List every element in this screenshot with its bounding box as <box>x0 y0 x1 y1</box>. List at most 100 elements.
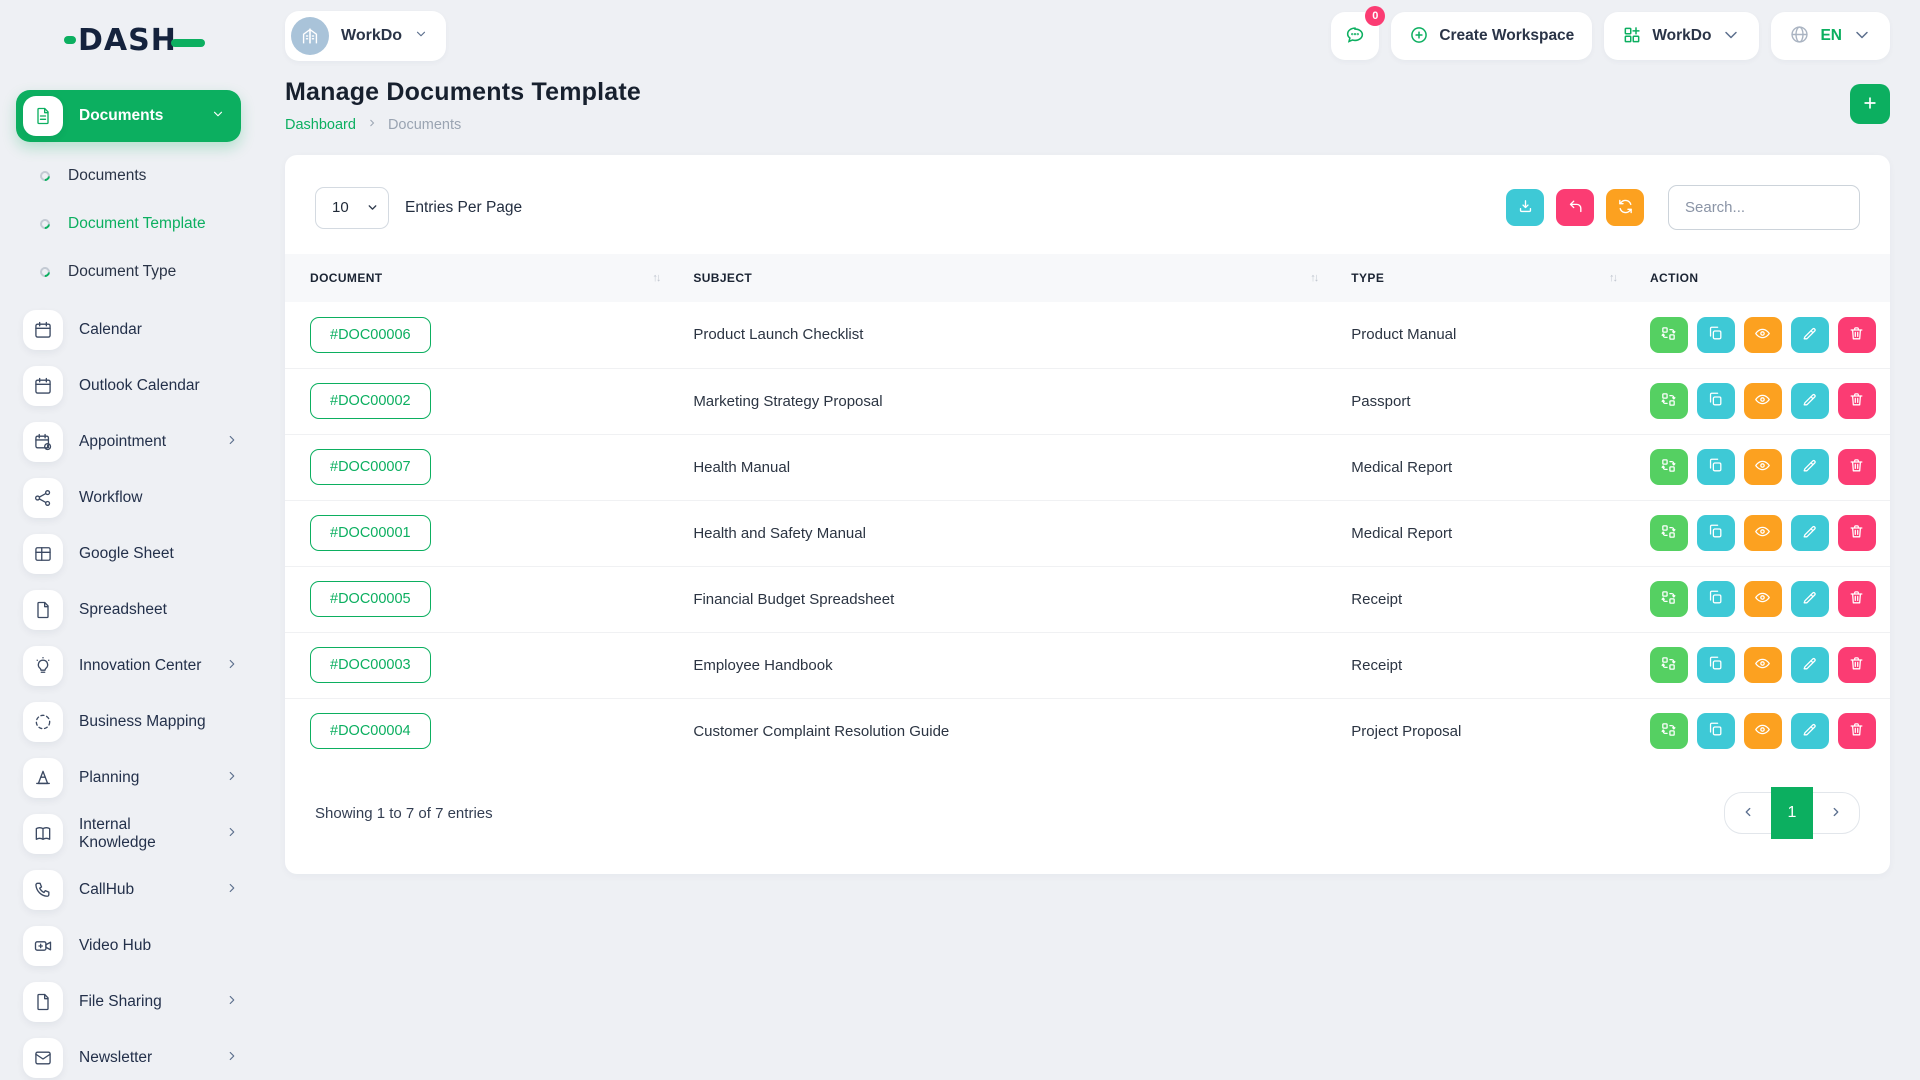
search-input[interactable] <box>1668 185 1860 230</box>
duplicate-button[interactable] <box>1697 515 1735 551</box>
globe-icon <box>1789 24 1810 48</box>
view-button[interactable] <box>1744 713 1782 749</box>
sidebar-subitem-document-type[interactable]: Document Type <box>0 248 265 296</box>
workspace-avatar <box>291 17 329 55</box>
delete-button[interactable] <box>1838 449 1876 485</box>
sidebar-item-newsletter[interactable]: Newsletter <box>0 1030 265 1080</box>
duplicate-button[interactable] <box>1697 383 1735 419</box>
delete-button[interactable] <box>1838 647 1876 683</box>
sidebar-item-innovation-center[interactable]: Innovation Center <box>0 638 265 694</box>
view-button[interactable] <box>1744 515 1782 551</box>
plus-circle-icon <box>1409 25 1429 48</box>
workdo-menu-button[interactable]: WorkDo <box>1604 12 1759 60</box>
previous-page-button[interactable] <box>1725 793 1771 833</box>
page-number-button[interactable]: 1 <box>1771 787 1813 839</box>
convert-button[interactable] <box>1650 647 1688 683</box>
copy-icon <box>1707 391 1724 411</box>
sidebar-subitem-document-template[interactable]: Document Template <box>0 200 265 248</box>
edit-button[interactable] <box>1791 713 1829 749</box>
entries-per-page-label: Entries Per Page <box>405 199 522 217</box>
action-cell <box>1636 632 1890 698</box>
create-template-button[interactable] <box>1850 84 1890 124</box>
duplicate-button[interactable] <box>1697 581 1735 617</box>
sidebar-item-video-hub[interactable]: Video Hub <box>0 918 265 974</box>
edit-button[interactable] <box>1791 581 1829 617</box>
sidebar-subitem-documents[interactable]: Documents <box>0 152 265 200</box>
convert-button[interactable] <box>1650 383 1688 419</box>
edit-button[interactable] <box>1791 383 1829 419</box>
view-button[interactable] <box>1744 317 1782 353</box>
column-header-document[interactable]: DOCUMENT↑↓ <box>285 254 679 302</box>
delete-button[interactable] <box>1838 383 1876 419</box>
breadcrumb-dashboard-link[interactable]: Dashboard <box>285 117 356 133</box>
edit-button[interactable] <box>1791 449 1829 485</box>
messages-button[interactable]: 0 <box>1331 12 1379 60</box>
sidebar: DASH Documents DocumentsDocument Templat… <box>0 0 265 1080</box>
view-button[interactable] <box>1744 449 1782 485</box>
delete-button[interactable] <box>1838 515 1876 551</box>
delete-button[interactable] <box>1838 581 1876 617</box>
sidebar-item-google-sheet[interactable]: Google Sheet <box>0 526 265 582</box>
messages-count-badge: 0 <box>1365 6 1385 26</box>
chevron-left-icon <box>1741 805 1755 822</box>
entries-per-page-select[interactable]: 10 <box>315 187 389 229</box>
language-selector[interactable]: EN <box>1771 12 1890 60</box>
sidebar-item-internal-knowledge[interactable]: Internal Knowledge <box>0 806 265 862</box>
convert-button[interactable] <box>1650 581 1688 617</box>
copy-icon <box>1707 589 1724 609</box>
subject-cell: Health and Safety Manual <box>679 500 1337 566</box>
sidebar-group-documents[interactable]: Documents <box>16 90 241 142</box>
duplicate-button[interactable] <box>1697 317 1735 353</box>
next-page-button[interactable] <box>1813 793 1859 833</box>
subject-cell: Marketing Strategy Proposal <box>679 368 1337 434</box>
cone-icon <box>23 758 63 798</box>
dashed-circle-icon <box>23 702 63 742</box>
refresh-button[interactable] <box>1606 189 1644 226</box>
sidebar-item-outlook-calendar[interactable]: Outlook Calendar <box>0 358 265 414</box>
duplicate-button[interactable] <box>1697 647 1735 683</box>
calendar-clock-icon <box>23 422 63 462</box>
table-row: #DOC00003Employee HandbookReceipt <box>285 632 1890 698</box>
brand-logo[interactable]: DASH <box>0 14 265 66</box>
edit-button[interactable] <box>1791 647 1829 683</box>
sidebar-item-planning[interactable]: Planning <box>0 750 265 806</box>
duplicate-button[interactable] <box>1697 713 1735 749</box>
chevron-down-icon <box>414 27 428 46</box>
view-button[interactable] <box>1744 581 1782 617</box>
export-button[interactable] <box>1506 189 1544 226</box>
delete-button[interactable] <box>1838 317 1876 353</box>
create-workspace-button[interactable]: Create Workspace <box>1391 12 1592 60</box>
calendar-icon <box>23 366 63 406</box>
pencil-icon <box>1801 523 1818 543</box>
duplicate-button[interactable] <box>1697 449 1735 485</box>
workspace-name: WorkDo <box>341 27 402 45</box>
undo-arrow-icon <box>1567 198 1584 218</box>
column-header-subject[interactable]: SUBJECT↑↓ <box>679 254 1337 302</box>
edit-button[interactable] <box>1791 317 1829 353</box>
convert-button[interactable] <box>1650 713 1688 749</box>
view-button[interactable] <box>1744 647 1782 683</box>
page-title: Manage Documents Template <box>285 78 641 107</box>
sidebar-item-callhub[interactable]: CallHub <box>0 862 265 918</box>
chevron-right-icon <box>225 433 239 452</box>
convert-button[interactable] <box>1650 317 1688 353</box>
edit-button[interactable] <box>1791 515 1829 551</box>
view-button[interactable] <box>1744 383 1782 419</box>
document-cell: #DOC00007 <box>285 434 679 500</box>
sidebar-item-file-sharing[interactable]: File Sharing <box>0 974 265 1030</box>
column-header-type[interactable]: TYPE↑↓ <box>1337 254 1636 302</box>
convert-button[interactable] <box>1650 449 1688 485</box>
delete-button[interactable] <box>1838 713 1876 749</box>
workspace-selector[interactable]: WorkDo <box>285 11 446 61</box>
document-cell: #DOC00006 <box>285 302 679 368</box>
sidebar-item-business-mapping[interactable]: Business Mapping <box>0 694 265 750</box>
type-cell: Project Proposal <box>1337 698 1636 764</box>
sidebar-item-workflow[interactable]: Workflow <box>0 470 265 526</box>
sidebar-item-spreadsheet[interactable]: Spreadsheet <box>0 582 265 638</box>
sidebar-item-calendar[interactable]: Calendar <box>0 302 265 358</box>
sidebar-item-appointment[interactable]: Appointment <box>0 414 265 470</box>
topbar: WorkDo 0 Create Workspace WorkDo EN <box>285 0 1890 64</box>
eye-icon <box>1754 721 1771 741</box>
reset-button[interactable] <box>1556 189 1594 226</box>
convert-button[interactable] <box>1650 515 1688 551</box>
